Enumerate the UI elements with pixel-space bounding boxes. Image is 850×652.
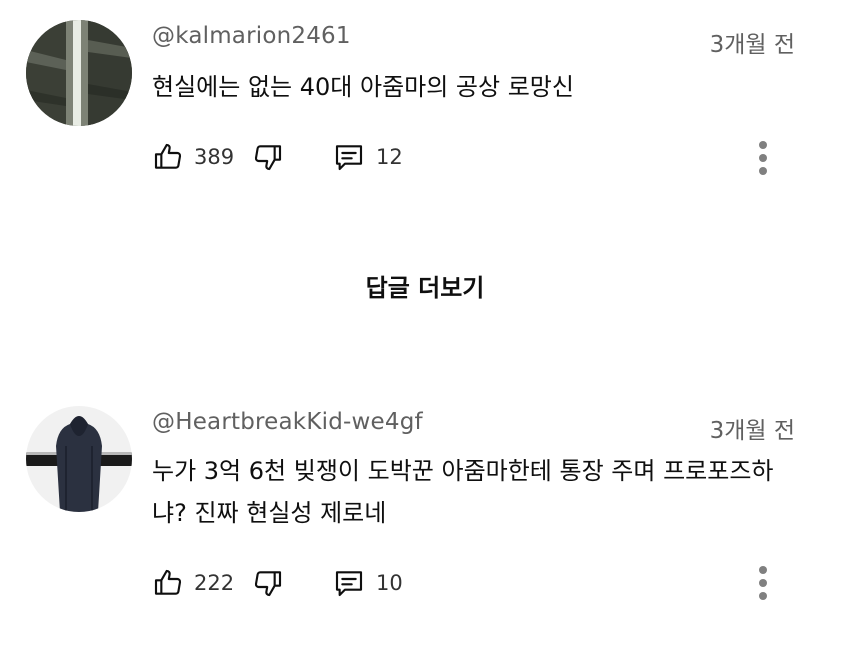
thumbs-up-icon [152, 567, 184, 599]
reply-count: 10 [376, 571, 403, 595]
more-options-button[interactable] [754, 141, 772, 180]
replies-button[interactable]: 10 [332, 567, 403, 599]
reply-comment-icon [332, 567, 366, 599]
comment-author[interactable]: @HeartbreakKid-we4gf [152, 409, 423, 435]
more-replies-link[interactable]: 답글 더보기 [0, 268, 850, 303]
more-options-button[interactable] [754, 566, 772, 605]
thumbs-down-icon [252, 567, 284, 599]
comment-text: 누가 3억 6천 빚쟁이 도박꾼 아줌마한테 통장 주며 프로포즈하냐? 진짜 … [152, 457, 774, 527]
like-button[interactable]: 389 [152, 141, 252, 173]
comment-time[interactable]: 3개월 전 [710, 25, 795, 59]
comment-actions: 222 10 [152, 563, 403, 603]
avatar[interactable] [26, 20, 132, 126]
thumbs-up-icon [152, 141, 184, 173]
like-count: 389 [194, 145, 235, 169]
reply-comment-icon [332, 141, 366, 173]
comment-author[interactable]: @kalmarion2461 [152, 23, 351, 49]
dislike-button[interactable] [252, 141, 284, 173]
more-vert-icon [754, 566, 772, 600]
thumbs-down-icon [252, 141, 284, 173]
like-count: 222 [194, 571, 235, 595]
replies-button[interactable]: 12 [332, 141, 403, 173]
reply-count: 12 [376, 145, 403, 169]
like-button[interactable]: 222 [152, 567, 252, 599]
dislike-button[interactable] [252, 567, 284, 599]
comment-1: @kalmarion2461 3개월 전 현실에는 없는 40대 아줌마의 공상… [0, 0, 850, 215]
comment-text: 현실에는 없는 40대 아줌마의 공상 로망신 [152, 73, 574, 101]
avatar[interactable] [26, 406, 132, 512]
comment-2: @HeartbreakKid-we4gf 3개월 전 누가 3억 6천 빚쟁이 … [0, 380, 850, 652]
more-vert-icon [754, 141, 772, 175]
comment-time[interactable]: 3개월 전 [710, 411, 795, 445]
comment-actions: 389 12 [152, 137, 403, 177]
